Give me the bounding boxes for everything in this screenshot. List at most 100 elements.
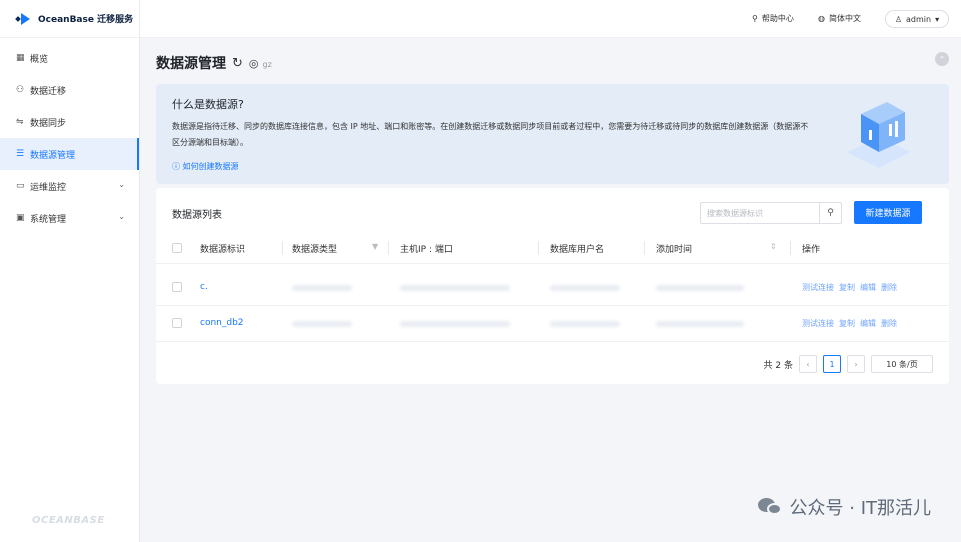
datasource-name-link[interactable]: c. [200,282,208,292]
copy-link[interactable]: 复制 [839,318,855,329]
page-header: 数据源管理 ↻ ◎ gz [156,53,272,73]
info-banner: 什么是数据源? 数据源是指待迁移、同步的数据库连接信息，包含 IP 地址、端口和… [156,84,949,184]
topbar: ⚲ 帮助中心 ◍ 简体中文 ♙ admin ▾ [140,0,961,38]
monitor-icon: ▭ [16,181,25,191]
column-divider [790,241,791,255]
column-header: 主机IP : 端口 [400,245,453,255]
settings-icon: ▣ [16,213,25,223]
collapse-banner-button[interactable]: ⌃ [935,52,949,66]
search-button[interactable]: ⚲ [819,203,841,223]
column-divider [282,241,283,255]
test-connection-link[interactable]: 测试连接 [802,318,834,329]
footer-logo: OCEANBASE [32,515,105,526]
refresh-icon[interactable]: ↻ [232,56,243,71]
table-header: 数据源标识 数据源类型 ▼ 主机IP : 端口 数据库用户名 添加时间 ⇕ 操作 [156,232,949,264]
migration-icon: ⚇ [16,85,25,95]
sidebar-item-label: 概览 [30,54,49,65]
sidebar-item-label: 数据迁移 [30,86,67,97]
sidebar-item-sync[interactable]: ⇋ 数据同步 [0,106,139,138]
page-title: 数据源管理 [156,56,226,72]
sidebar-item-system[interactable]: ▣ 系统管理 ⌄ [0,202,139,234]
copy-link[interactable]: 复制 [839,282,855,293]
filter-icon[interactable]: ▼ [372,242,378,251]
how-to-create-link[interactable]: ⓘ 如何创建数据源 [172,161,239,172]
language-switch[interactable]: ◍ 简体中文 [818,13,861,24]
sort-icon[interactable]: ⇕ [770,242,777,251]
column-divider [538,241,539,255]
redacted-cell [550,321,620,327]
page-number-button[interactable]: 1 [823,355,841,373]
region-label: gz [262,60,272,69]
watermark-text: 公众号 · IT那活儿 [789,498,931,519]
sidebar-nav: ▦ 概览 ⚇ 数据迁移 ⇋ 数据同步 ☰ 数据源管理 ▭ 运维监控 ⌄ ▣ 系统… [0,38,139,234]
redacted-cell [292,321,352,327]
next-page-button[interactable]: › [847,355,865,373]
datasource-illustration-icon [847,102,911,168]
user-icon: ♙ [894,14,903,24]
chevron-down-icon: ⌄ [118,180,125,189]
main-content: 数据源管理 ↻ ◎ gz ⌃ 什么是数据源? 数据源是指待迁移、同步的数据库连接… [140,38,961,542]
new-datasource-button[interactable]: 新建数据源 [854,201,922,224]
user-menu[interactable]: ♙ admin ▾ [885,10,949,28]
location-pin-icon: ⚲ [752,14,758,23]
page-size-select[interactable]: 10 条/页 [871,355,933,373]
test-connection-link[interactable]: 测试连接 [802,282,834,293]
chevron-up-icon: ⌃ [938,54,946,64]
sidebar-item-overview[interactable]: ▦ 概览 [0,42,139,74]
row-actions: 测试连接 复制 编辑 删除 [802,282,897,293]
help-label: 帮助中心 [761,14,794,23]
redacted-cell [400,285,510,291]
redacted-cell [550,285,620,291]
column-divider [388,241,389,255]
search-box: ⚲ [700,202,842,224]
datasource-name-link[interactable]: conn_db2 [200,318,244,328]
column-header: 添加时间 [656,245,693,255]
delete-link[interactable]: 删除 [881,282,897,293]
redacted-cell [292,285,352,291]
sidebar-item-migration[interactable]: ⚇ 数据迁移 [0,74,139,106]
redacted-cell [656,321,744,327]
sidebar-item-label: 系统管理 [30,214,67,225]
table-row: c. 测试连接 复制 编辑 删除 [156,270,949,306]
banner-title: 什么是数据源? [172,98,244,111]
column-divider [644,241,645,255]
row-checkbox[interactable] [172,318,182,328]
datasource-list-panel: 数据源列表 ⚲ 新建数据源 数据源标识 数据源类型 ▼ 主机IP : 端口 数据… [156,188,949,384]
sidebar-item-label: 数据同步 [30,118,67,129]
total-count: 共 2 条 [763,360,793,371]
sidebar-item-monitor[interactable]: ▭ 运维监控 ⌄ [0,170,139,202]
edit-link[interactable]: 编辑 [860,282,876,293]
link-label: 如何创建数据源 [182,162,239,171]
wechat-icon [757,496,784,518]
row-checkbox[interactable] [172,282,182,292]
pagination: 共 2 条 ‹ 1 › 10 条/页 [764,355,933,373]
search-icon: ⚲ [827,208,834,218]
sidebar: OceanBase 迁移服务 ▦ 概览 ⚇ 数据迁移 ⇋ 数据同步 ☰ 数据源管… [0,0,140,542]
help-center-link[interactable]: ⚲ 帮助中心 [752,13,794,24]
logo-icon [15,12,32,25]
delete-link[interactable]: 删除 [881,318,897,329]
edit-link[interactable]: 编辑 [860,318,876,329]
logo[interactable]: OceanBase 迁移服务 [0,0,139,38]
table-row: conn_db2 测试连接 复制 编辑 删除 [156,306,949,342]
sidebar-item-label: 数据源管理 [30,150,76,161]
grid-icon: ▦ [16,53,25,63]
sidebar-item-datasource[interactable]: ☰ 数据源管理 [0,138,139,170]
prev-page-button[interactable]: ‹ [799,355,817,373]
select-all-checkbox[interactable] [172,243,182,253]
column-header: 数据库用户名 [550,245,605,255]
sidebar-item-label: 运维监控 [30,182,67,193]
search-input[interactable] [701,203,819,223]
language-label: 简体中文 [828,14,861,23]
logo-text: OceanBase 迁移服务 [38,15,134,25]
datasource-icon: ☰ [16,149,25,159]
location-icon[interactable]: ◎ [249,57,259,70]
redacted-cell [656,285,744,291]
column-header: 数据源标识 [200,245,246,255]
row-actions: 测试连接 复制 编辑 删除 [802,318,897,329]
chevron-down-icon: ⌄ [118,212,125,221]
question-circle-icon: ⓘ [172,162,180,171]
user-name: admin [906,14,932,24]
sync-icon: ⇋ [16,117,24,127]
list-title: 数据源列表 [172,210,222,221]
